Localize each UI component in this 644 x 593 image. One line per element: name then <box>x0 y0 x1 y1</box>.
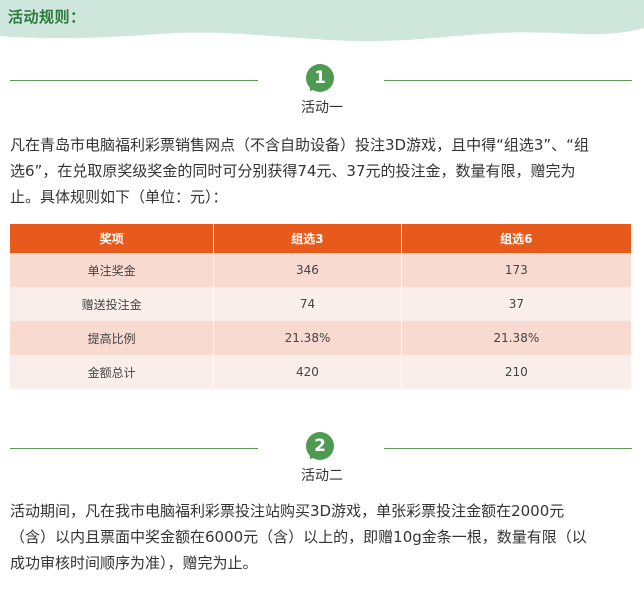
activity1-line: 凡在青岛市电脑福利彩票销售网点（不含自助设备）投注3D游戏，且中得“组选3”、“… <box>10 136 589 154</box>
table-cell: 74 <box>213 287 402 321</box>
divider-line-right <box>384 448 632 449</box>
activity2-line: 成功审核时间顺序为准），赠完为止。 <box>10 554 258 572</box>
table-row: 金额总计 420 210 <box>10 355 631 389</box>
table-header-row: 奖项 组选3 组选6 <box>10 224 631 253</box>
table-row: 提高比例 21.38% 21.38% <box>10 321 631 355</box>
table-cell: 173 <box>401 253 631 287</box>
divider-line-left <box>10 80 258 81</box>
table-cell: 210 <box>401 355 631 389</box>
table-cell: 单注奖金 <box>10 253 215 287</box>
activity2-divider: 2 活动二 <box>0 432 644 492</box>
activity1-divider: 1 活动一 <box>0 64 644 124</box>
activity1-line: 选6”，在兑取原奖级奖金的同时可分别获得74元、37元的投注金，数量有限，赠完为 <box>10 162 576 180</box>
table-cell: 21.38% <box>213 321 402 355</box>
divider-line-left <box>10 448 258 449</box>
prize-table: 奖项 组选3 组选6 单注奖金 346 173 赠送投注金 74 37 提高比例… <box>10 224 631 389</box>
header-wave-shape <box>0 0 644 42</box>
activity2-line: （含）以内且票面中奖金额在6000元（含）以上的，即赠10g金条一根，数量有限（… <box>10 528 587 546</box>
activity1-title: 活动一 <box>301 100 343 116</box>
activity2-number-badge: 2 <box>306 432 334 460</box>
activity1-line: 止。具体规则如下（单位：元）： <box>10 188 228 206</box>
table-row: 赠送投注金 74 37 <box>10 287 631 321</box>
header-band <box>0 0 644 44</box>
table-cell: 提高比例 <box>10 321 215 355</box>
activity2-title: 活动二 <box>301 468 343 484</box>
activity2-line: 活动期间，凡在我市电脑福利彩票投注站购买3D游戏，单张彩票投注金额在2000元 <box>10 502 565 520</box>
divider-line-right <box>384 80 632 81</box>
table-cell: 420 <box>213 355 402 389</box>
table-cell: 金额总计 <box>10 355 215 389</box>
table-cell: 346 <box>213 253 402 287</box>
table-cell: 赠送投注金 <box>10 287 215 321</box>
table-cell: 21.38% <box>401 321 631 355</box>
table-cell: 37 <box>401 287 631 321</box>
header-title: 活动规则： <box>8 8 86 26</box>
table-header-group3: 组选3 <box>213 224 402 253</box>
activity1-number-badge: 1 <box>306 64 334 92</box>
table-row: 单注奖金 346 173 <box>10 253 631 287</box>
activity1-description: 凡在青岛市电脑福利彩票销售网点（不含自助设备）投注3D游戏，且中得“组选3”、“… <box>10 132 636 210</box>
table-header-prize: 奖项 <box>10 224 215 253</box>
table-header-group6: 组选6 <box>401 224 631 253</box>
activity2-description: 活动期间，凡在我市电脑福利彩票投注站购买3D游戏，单张彩票投注金额在2000元 … <box>10 498 636 576</box>
